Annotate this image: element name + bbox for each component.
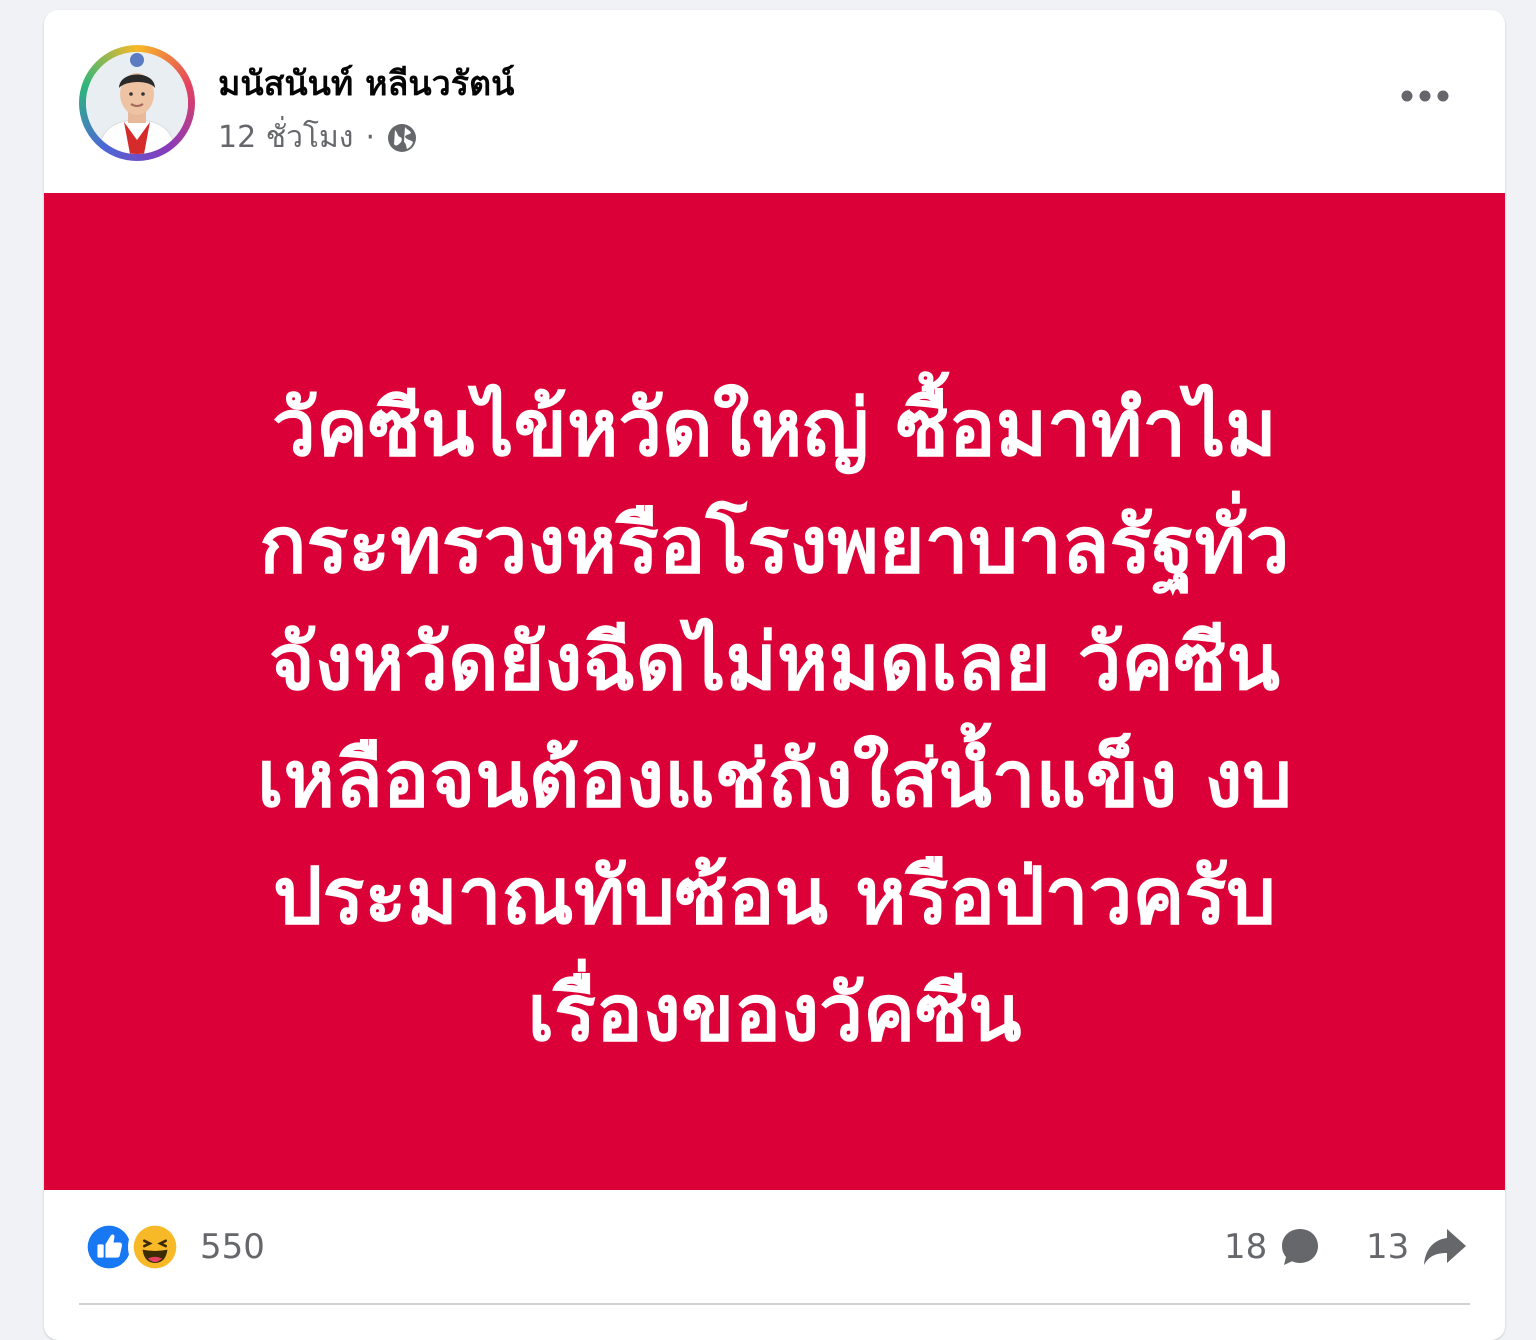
haha-icon bbox=[128, 1220, 182, 1274]
post-timestamp[interactable]: 12 ชั่วโมง bbox=[218, 114, 353, 161]
post-text: วัคซีนไข้หวัดใหญ่ ซื้อมาทำไม กระทรวงหรือ… bbox=[124, 371, 1425, 1073]
shares-count-button[interactable]: 13 bbox=[1366, 1226, 1469, 1268]
avatar-photo bbox=[86, 52, 188, 154]
post-text-line: เหลือจนต้องแช่ถังใส่น้ำแข็ง งบ bbox=[256, 735, 1293, 825]
share-count: 13 bbox=[1366, 1227, 1410, 1267]
post-text-line: วัคซีนไข้หวัดใหญ่ ซื้อมาทำไม bbox=[272, 384, 1277, 474]
more-options-button[interactable] bbox=[1395, 76, 1455, 116]
post-meta: 12 ชั่วโมง · bbox=[218, 114, 419, 161]
post-card: มนัสนันท์ หลีนวรัตน์ 12 ชั่วโมง · วัคซีน… bbox=[44, 10, 1505, 1340]
post-text-line: เรื่องของวัคซีน bbox=[527, 969, 1022, 1059]
post-footer: 550 18 13 bbox=[44, 1190, 1505, 1340]
comment-icon bbox=[1282, 1229, 1319, 1265]
reaction-count: 550 bbox=[200, 1227, 265, 1267]
post-text-line: ประมาณทับซ้อน หรือป่าวครับ bbox=[273, 852, 1276, 942]
comments-count-button[interactable]: 18 bbox=[1224, 1226, 1321, 1268]
comment-count: 18 bbox=[1224, 1227, 1268, 1267]
post-header: มนัสนันท์ หลีนวรัตน์ 12 ชั่วโมง · bbox=[44, 10, 1505, 193]
footer-divider bbox=[79, 1303, 1470, 1305]
author-avatar[interactable] bbox=[79, 45, 195, 161]
author-name[interactable]: มนัสนันท์ หลีนวรัตน์ bbox=[218, 56, 514, 110]
post-text-line: กระทรวงหรือโรงพยาบาลรัฐทั่ว bbox=[259, 501, 1290, 591]
post-text-line: จังหวัดยังฉีดไม่หมดเลย วัคซีน bbox=[269, 618, 1280, 708]
post-text-background[interactable]: วัคซีนไข้หวัดใหญ่ ซื้อมาทำไม กระทรวงหรือ… bbox=[44, 193, 1505, 1190]
more-horizontal-icon bbox=[1401, 90, 1449, 102]
globe-icon[interactable] bbox=[385, 121, 419, 155]
meta-separator: · bbox=[365, 120, 376, 155]
reactions-summary[interactable]: 550 bbox=[82, 1220, 265, 1274]
share-icon bbox=[1424, 1229, 1467, 1265]
